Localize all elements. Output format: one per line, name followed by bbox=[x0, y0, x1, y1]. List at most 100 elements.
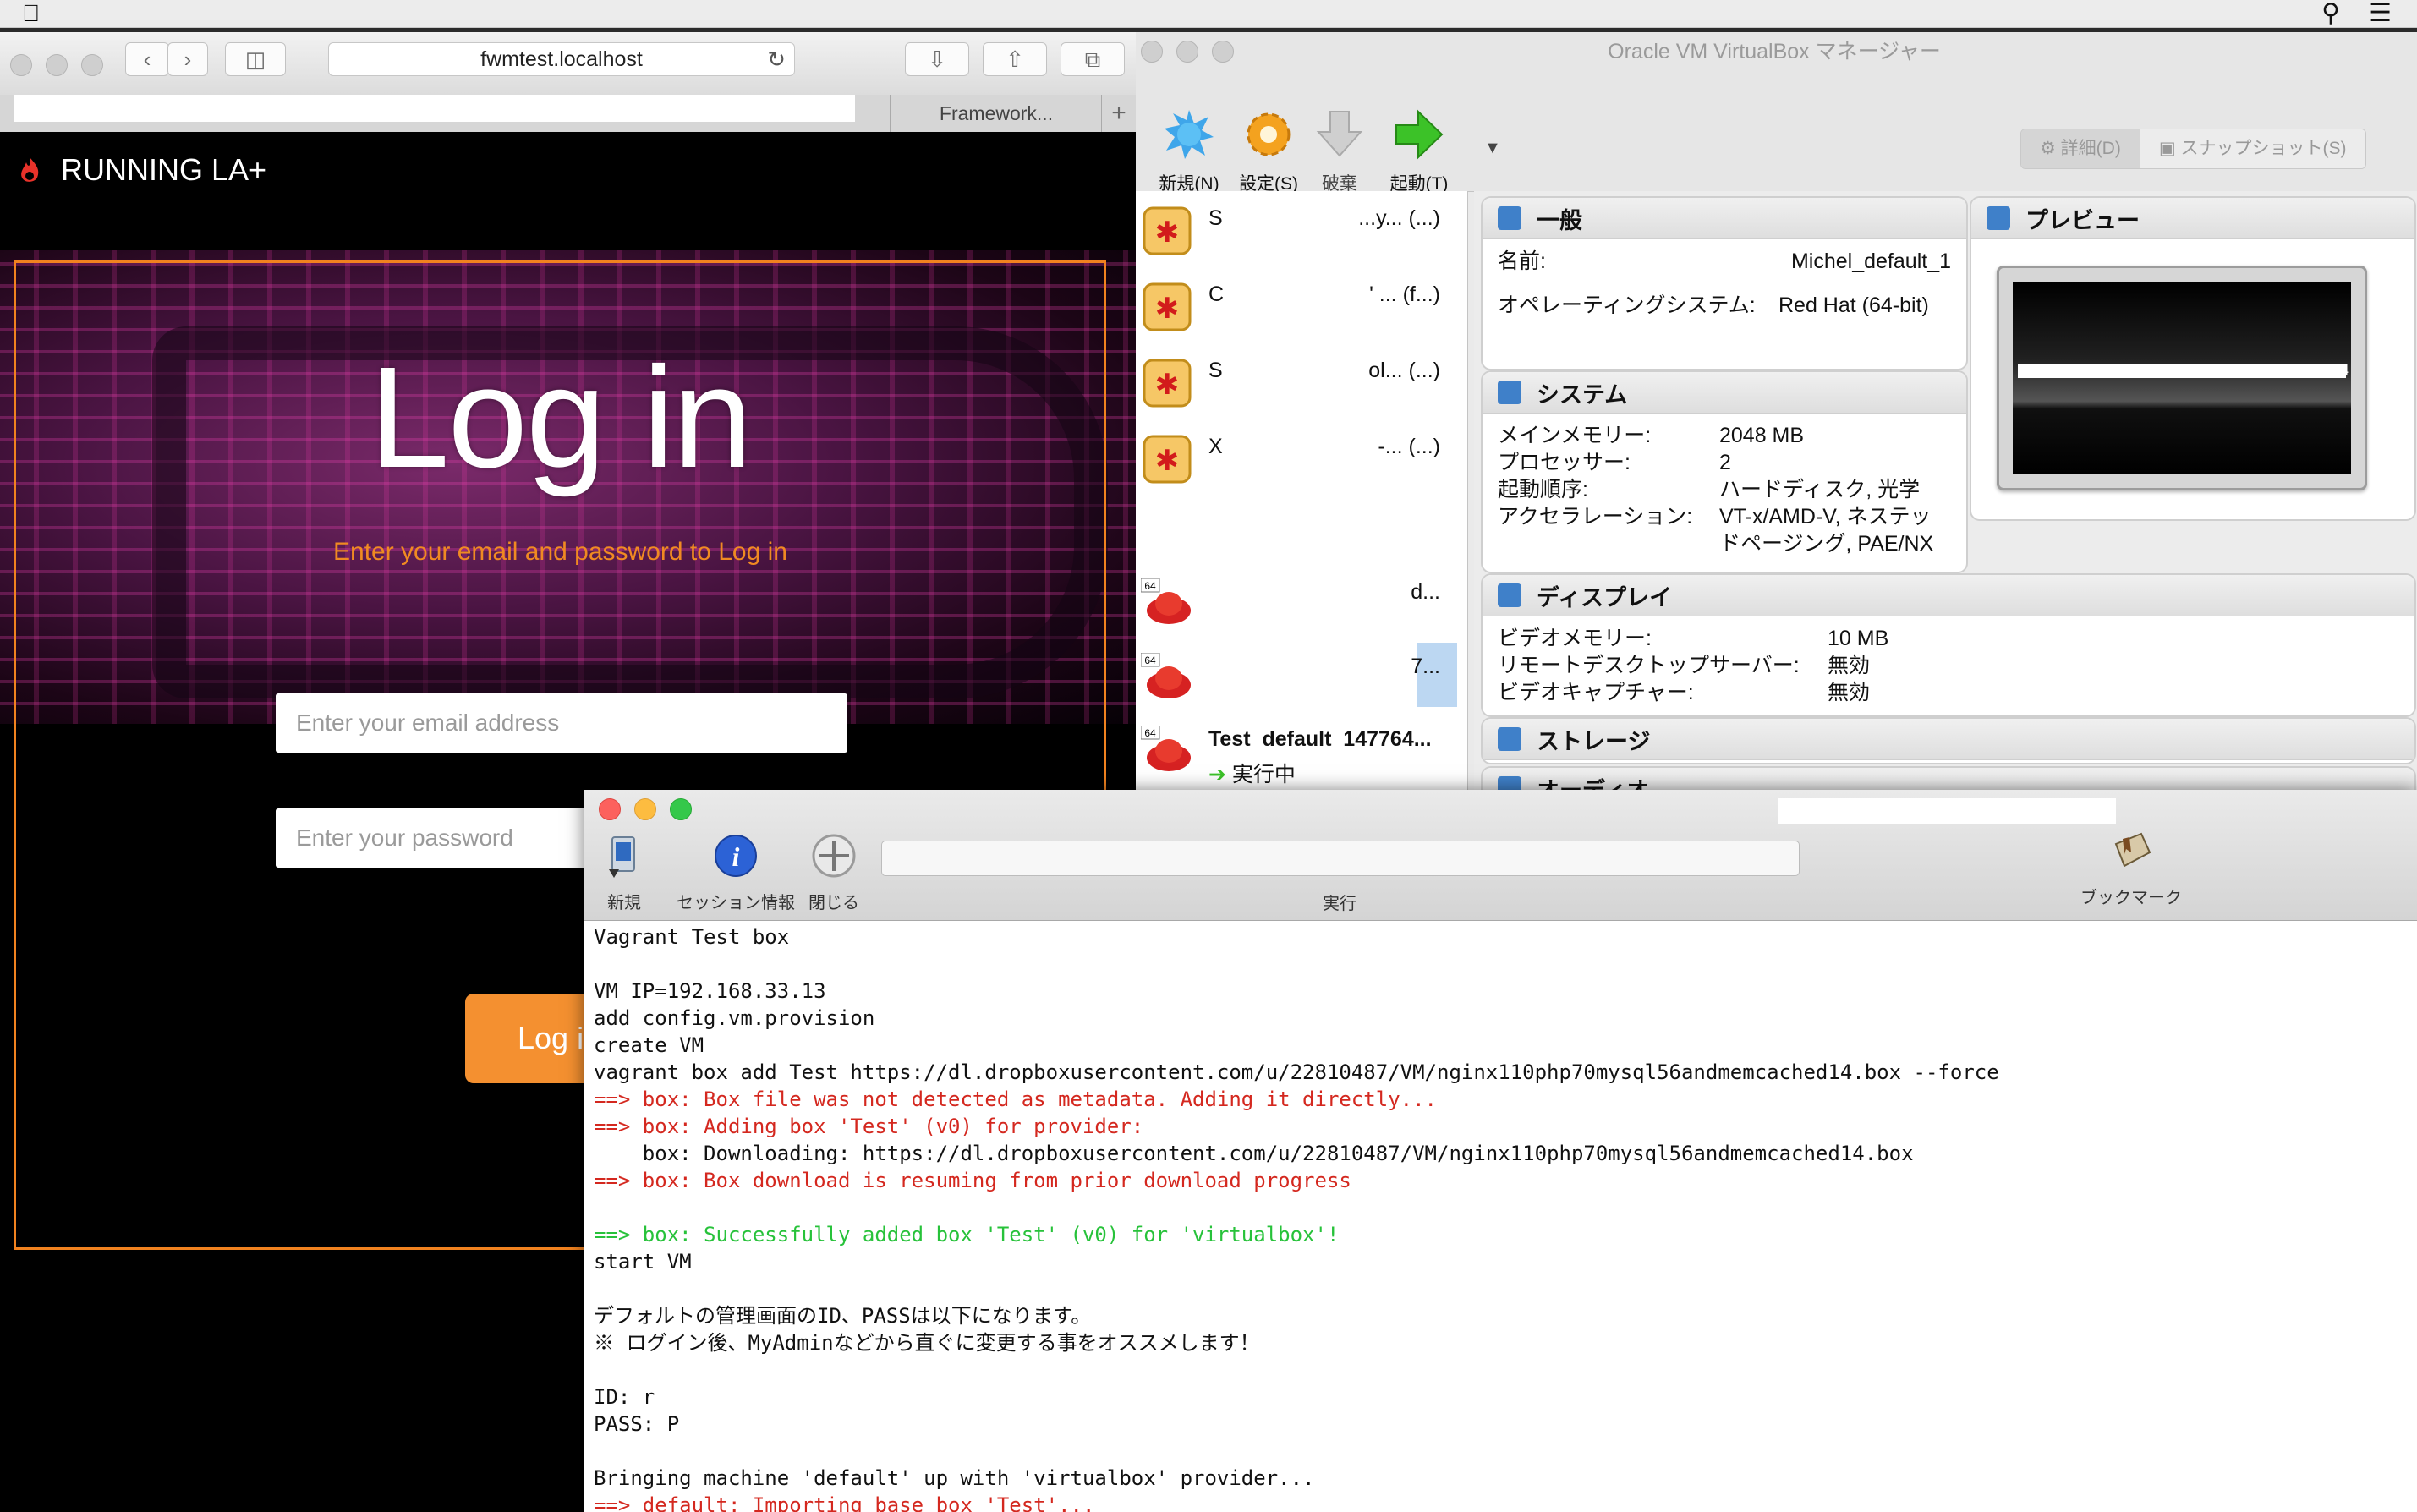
vm-list-item[interactable]: 64 d... bbox=[1136, 568, 1467, 644]
output-line: vagrant box add Test https://dl.dropboxu… bbox=[594, 1060, 1999, 1084]
command-field[interactable] bbox=[881, 841, 1800, 876]
notification-center-icon[interactable]: ☰ bbox=[2369, 0, 2392, 27]
vm-list-item[interactable]: ✱ C ' ... (f...) bbox=[1136, 271, 1467, 347]
start-arrow-icon bbox=[1395, 109, 1444, 160]
email-field[interactable] bbox=[276, 693, 847, 753]
flame-logo-icon bbox=[21, 157, 39, 182]
running-arrow-icon: ➔ bbox=[1208, 763, 1226, 786]
vm-os-icon: ✱ bbox=[1143, 359, 1192, 408]
menu-bar:  ⚲ ☰ bbox=[0, 0, 2417, 28]
sidebar-toggle-button[interactable]: ◫ bbox=[225, 42, 286, 76]
menu-bar-extras: ⚲ ☰ bbox=[2321, 0, 2392, 27]
gear-icon bbox=[1247, 112, 1291, 156]
session-info-button[interactable]: i セッション情報 bbox=[677, 832, 795, 913]
forward-button[interactable]: › bbox=[167, 42, 208, 76]
start-dropdown-icon[interactable]: ▼ bbox=[1484, 139, 1501, 158]
vm-os-icon: ✱ bbox=[1143, 435, 1192, 484]
address-bar[interactable]: fwmtest.localhost ↻ bbox=[328, 42, 795, 76]
back-button[interactable]: ‹ bbox=[125, 42, 169, 76]
name-key: 名前: bbox=[1498, 249, 1546, 273]
vm-list-item[interactable]: ✱ S ...y... (...) bbox=[1136, 194, 1467, 271]
vm-name-trail: d... bbox=[1411, 580, 1440, 604]
general-header[interactable]: 一般 bbox=[1483, 198, 1966, 239]
display-header[interactable]: ディスプレイ bbox=[1483, 575, 2414, 616]
snapshots-mode-label: スナップショット(S) bbox=[2180, 139, 2347, 158]
preview-icon bbox=[1987, 206, 2010, 230]
storage-header[interactable]: ストレージ bbox=[1483, 719, 2414, 760]
general-title: 一般 bbox=[1537, 207, 1582, 233]
command-field-label: 実行 bbox=[1323, 895, 1356, 913]
redhat-vm-icon: 64 bbox=[1141, 726, 1191, 771]
preview-panel: プレビュー 4 bbox=[1970, 196, 2416, 521]
new-tab-button[interactable]: + bbox=[1101, 95, 1136, 132]
show-tabs-button[interactable]: ⧉ bbox=[1061, 42, 1125, 76]
terminal-output[interactable]: Vagrant Test box VM IP=192.168.33.13 add… bbox=[594, 923, 2403, 1512]
output-line: ==> box: Box file was not detected as me… bbox=[594, 1087, 1437, 1111]
view-mode-segment: ⚙ 詳細(D) ▣ スナップショット(S) bbox=[2020, 129, 2366, 169]
vm-name-trail: ol... (...) bbox=[1368, 359, 1440, 382]
system-panel: システム メインメモリー: 2048 MB プロセッサー: 2 起動順序: ハードディ… bbox=[1481, 370, 1968, 573]
output-line: box: Downloading: https://dl.dropboxuser… bbox=[594, 1142, 1914, 1165]
output-line: Bringing machine 'default' up with 'virt… bbox=[594, 1466, 1315, 1490]
zoom-window-button[interactable] bbox=[81, 54, 103, 76]
terminal-toolbar: 新規 i セッション情報 閉じる 実行 ブックマーク bbox=[584, 790, 2417, 921]
vm-details: 一般 名前: Michel_default_1 オペレーティングシステム: Red … bbox=[1474, 191, 2417, 820]
svg-text:64: 64 bbox=[1144, 580, 1156, 592]
window-controls bbox=[10, 54, 103, 76]
snapshots-mode-button[interactable]: ▣ スナップショット(S) bbox=[2139, 129, 2365, 168]
new-starburst-icon bbox=[1165, 110, 1214, 159]
vm-os-icon: ✱ bbox=[1143, 282, 1192, 331]
terminal-close-button[interactable] bbox=[599, 798, 621, 820]
display-panel: ディスプレイ ビデオメモリー: 10 MB リモートデスクトップサーバー: 無効 ビ… bbox=[1481, 573, 2416, 717]
vm-name: C bbox=[1208, 282, 1225, 306]
vm-name: X bbox=[1208, 435, 1223, 458]
reload-icon[interactable]: ↻ bbox=[767, 43, 786, 75]
bookmark-button[interactable]: ブックマーク bbox=[2080, 827, 2182, 908]
terminal-close-session-button[interactable]: 閉じる bbox=[808, 832, 859, 913]
down-arrow-icon bbox=[1316, 111, 1363, 157]
tab-active[interactable] bbox=[14, 95, 855, 122]
os-key: オペレーティングシステム: bbox=[1498, 293, 1756, 317]
settings-button[interactable]: 設定(S) bbox=[1230, 108, 1307, 195]
new-vm-button[interactable]: 新規(N) bbox=[1151, 108, 1227, 195]
close-window-button[interactable] bbox=[10, 54, 32, 76]
display-icon bbox=[1498, 583, 1521, 607]
output-line: start VM bbox=[594, 1250, 692, 1274]
redhat-vm-icon: 64 bbox=[1141, 653, 1191, 698]
system-header[interactable]: システム bbox=[1483, 372, 1966, 414]
output-line: VM IP=192.168.33.13 bbox=[594, 979, 826, 1003]
preview-title: プレビュー bbox=[2025, 207, 2140, 233]
processor-value: 2 bbox=[1719, 451, 1731, 474]
terminal-title-redacted bbox=[1778, 798, 2116, 824]
details-mode-button[interactable]: ⚙ 詳細(D) bbox=[2021, 129, 2140, 168]
terminal-window-controls bbox=[599, 798, 692, 820]
tab-framework[interactable]: Framework... bbox=[890, 95, 1102, 132]
preview-header[interactable]: プレビュー bbox=[1971, 198, 2414, 239]
output-line: ==> box: Adding box 'Test' (v0) for prov… bbox=[594, 1115, 1144, 1138]
terminal-zoom-button[interactable] bbox=[670, 798, 692, 820]
start-vm-button[interactable]: 起動(T) bbox=[1381, 108, 1457, 195]
vm-list-item[interactable]: 64 7... bbox=[1136, 643, 1467, 719]
name-value: Michel_default_1 bbox=[1790, 249, 1951, 273]
minimize-window-button[interactable] bbox=[46, 54, 68, 76]
vm-list-item-running[interactable]: 64 Test_default_147764... ➔ 実行中 bbox=[1136, 715, 1467, 792]
apple-menu-icon[interactable]:  bbox=[22, 0, 40, 27]
vm-list-item[interactable]: ✱ X -... (...) bbox=[1136, 423, 1467, 499]
terminal-new-button[interactable]: 新規 bbox=[600, 832, 648, 913]
site-brand[interactable]: RUNNING LA+ bbox=[17, 149, 266, 191]
terminal-minimize-button[interactable] bbox=[634, 798, 656, 820]
output-line: PASS: P bbox=[594, 1412, 680, 1436]
session-info-label: セッション情報 bbox=[677, 894, 795, 912]
downloads-button[interactable]: ⇩ bbox=[905, 42, 969, 76]
share-button[interactable]: ⇧ bbox=[983, 42, 1047, 76]
boot-order-value: ハードディスク, 光学 bbox=[1719, 478, 1921, 501]
vm-list-item[interactable]: ✱ S ol... (...) bbox=[1136, 347, 1467, 423]
output-line: デフォルトの管理画面のID、PASSは以下になります。 bbox=[594, 1304, 1092, 1328]
vm-os-icon: ✱ bbox=[1143, 206, 1192, 255]
spotlight-search-icon[interactable]: ⚲ bbox=[2321, 0, 2340, 27]
storage-title: ストレージ bbox=[1537, 728, 1651, 754]
